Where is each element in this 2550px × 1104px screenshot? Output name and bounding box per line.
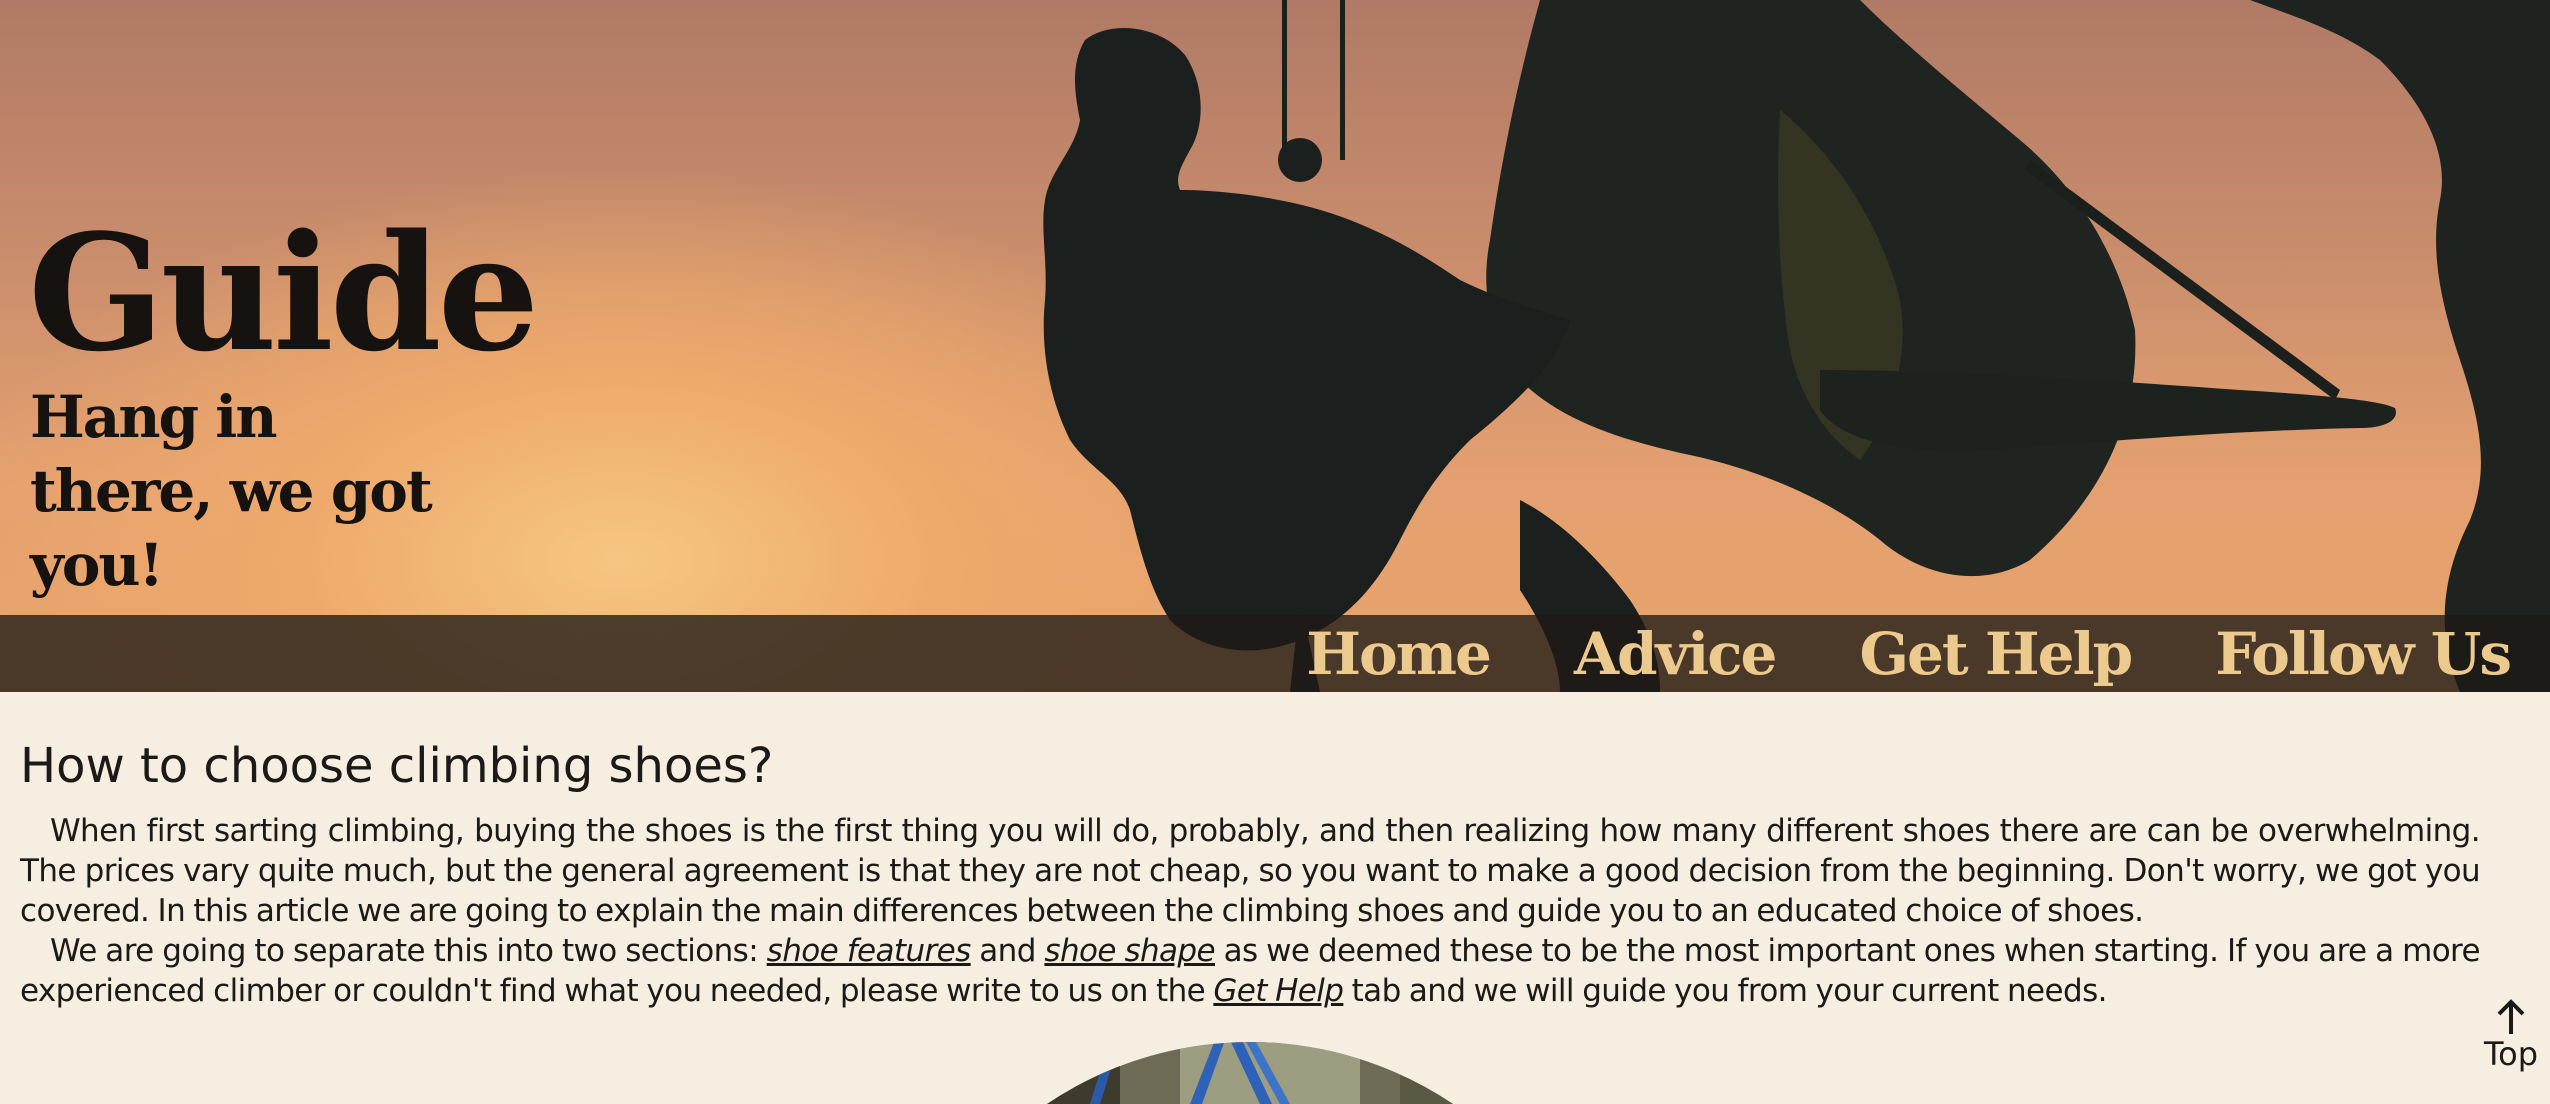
climbing-rope-photo	[880, 1042, 1620, 1104]
nav-items: Home Advice Get Help Follow Us	[1306, 615, 2512, 692]
article: How to choose climbing shoes? When first…	[20, 735, 2481, 1011]
site-tagline: Hang in there, we got you!	[30, 383, 433, 599]
paragraph-text: We are going to separate this into two s…	[50, 933, 767, 969]
shoe-shape-link[interactable]: shoe shape	[1044, 933, 1215, 969]
arrow-up-icon	[2497, 999, 2525, 1034]
paragraph-text: and	[970, 933, 1045, 969]
site-title: Guide	[28, 199, 539, 387]
nav-advice[interactable]: Advice	[1574, 620, 1778, 688]
article-image	[880, 1040, 1620, 1104]
paragraph-text: tab and we will guide you from your curr…	[1343, 973, 2108, 1009]
main-nav: Home Advice Get Help Follow Us	[0, 615, 2550, 692]
back-to-top-button[interactable]: Top	[2480, 998, 2542, 1078]
article-sections-paragraph: We are going to separate this into two s…	[20, 931, 2481, 1011]
nav-home[interactable]: Home	[1306, 620, 1492, 688]
back-to-top-label: Top	[2484, 1035, 2538, 1073]
hero-text: Guide Hang in there, we got you!	[28, 199, 539, 602]
nav-get-help[interactable]: Get Help	[1859, 620, 2133, 688]
hero-banner: Guide Hang in there, we got you!	[0, 0, 2550, 692]
get-help-link[interactable]: Get Help	[1213, 973, 1344, 1009]
article-intro-paragraph: When first sarting climbing, buying the …	[20, 813, 2481, 929]
shoe-features-link[interactable]: shoe features	[767, 933, 972, 969]
article-title: How to choose climbing shoes?	[20, 738, 774, 794]
nav-follow-us[interactable]: Follow Us	[2215, 620, 2512, 688]
